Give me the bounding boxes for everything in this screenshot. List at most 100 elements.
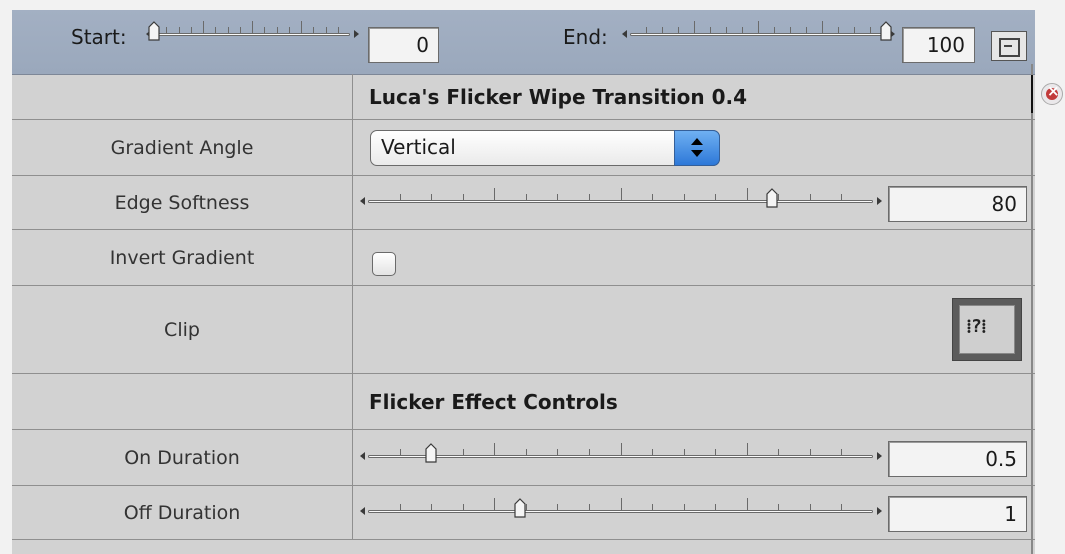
flicker-header-row: Flicker Effect Controls — [12, 374, 1035, 430]
slider-tick — [588, 449, 590, 455]
slider-tick — [809, 194, 811, 200]
off-duration-row: Off Duration 1 — [12, 486, 1035, 540]
slider-tick — [620, 498, 622, 510]
up-down-arrows-icon[interactable] — [674, 130, 720, 166]
slider-tick — [746, 188, 748, 200]
slider-tick — [838, 27, 839, 33]
edge-softness-slider[interactable] — [360, 188, 883, 218]
timeline-toolbar: Start: 0 End: 100 — [12, 10, 1035, 75]
slider-tick — [620, 188, 622, 200]
slider-tick — [215, 27, 217, 33]
slider-tick — [809, 504, 811, 510]
window-icon — [999, 38, 1020, 57]
slider-thumb[interactable] — [148, 21, 160, 41]
start-value-field[interactable]: 0 — [368, 27, 439, 63]
slider-tick — [758, 21, 759, 33]
slider-tick — [399, 504, 401, 510]
slider-tick — [431, 504, 433, 510]
slider-tick — [715, 194, 717, 200]
right-arrow-icon[interactable] — [877, 452, 882, 460]
slider-tick — [557, 449, 559, 455]
slider-tick — [252, 21, 253, 33]
slider-tick — [399, 194, 401, 200]
end-slider[interactable] — [622, 21, 896, 51]
slider-tick — [870, 27, 871, 33]
slider-tick — [822, 21, 823, 33]
filter-panel: Start: 0 End: 100 Luca's Flicker Wipe Tr… — [12, 10, 1035, 554]
on-duration-value[interactable]: 0.5 — [888, 441, 1027, 477]
right-arrow-icon[interactable] — [354, 30, 359, 38]
slider-tick — [841, 504, 843, 510]
slider-tick — [662, 27, 663, 33]
slider-tick — [778, 504, 780, 510]
next-row — [12, 540, 1035, 554]
slider-tick — [494, 443, 496, 455]
slider-tick — [809, 449, 811, 455]
slider-track — [368, 455, 873, 458]
column-divider — [352, 120, 353, 175]
left-arrow-icon[interactable] — [360, 507, 365, 515]
slider-tick — [694, 21, 695, 33]
slider-tick — [588, 194, 590, 200]
right-arrow-icon[interactable] — [877, 507, 882, 515]
left-arrow-icon[interactable] — [360, 452, 365, 460]
slider-tick — [683, 449, 685, 455]
slider-tick — [710, 27, 711, 33]
panel-right-edge — [1031, 64, 1033, 554]
slider-thumb[interactable] — [766, 188, 778, 208]
effect-title: Luca's Flicker Wipe Transition 0.4 — [369, 84, 748, 109]
slider-tick — [841, 194, 843, 200]
slider-tick — [313, 27, 315, 33]
end-value-field[interactable]: 100 — [902, 27, 975, 63]
edge-softness-value[interactable]: 80 — [888, 186, 1027, 222]
slider-tick — [288, 27, 290, 33]
gradient-angle-selected: Vertical — [381, 135, 456, 159]
start-slider[interactable] — [146, 21, 360, 51]
slider-tick — [557, 194, 559, 200]
off-duration-value[interactable]: 1 — [888, 496, 1027, 532]
window-button[interactable] — [991, 31, 1027, 61]
off-duration-slider[interactable] — [360, 498, 883, 528]
left-arrow-icon[interactable] — [360, 197, 365, 205]
slider-tick — [325, 27, 327, 33]
column-divider — [352, 430, 353, 485]
slider-tick — [494, 498, 496, 510]
slider-thumb[interactable] — [425, 443, 437, 463]
slider-tick — [746, 443, 748, 455]
slider-tick — [431, 194, 433, 200]
slider-tick — [239, 27, 241, 33]
on-duration-label: On Duration — [124, 446, 240, 469]
slider-tick — [652, 449, 654, 455]
column-divider — [352, 230, 353, 285]
slider-tick — [462, 504, 464, 510]
slider-tick — [190, 27, 192, 33]
on-duration-row: On Duration 0.5 — [12, 430, 1035, 486]
slider-tick — [652, 504, 654, 510]
close-icon[interactable] — [1041, 82, 1063, 105]
slider-tick — [652, 194, 654, 200]
slider-track — [368, 200, 873, 203]
slider-tick — [462, 449, 464, 455]
slider-thumb[interactable] — [880, 21, 892, 41]
start-label: Start: — [71, 25, 127, 49]
left-arrow-icon[interactable] — [622, 30, 627, 38]
slider-tick — [276, 27, 278, 33]
clip-well-button[interactable]: ⁞?⁞ — [952, 298, 1022, 361]
slider-tick — [620, 443, 622, 455]
gradient-angle-popup[interactable]: Vertical — [370, 130, 720, 166]
slider-thumb[interactable] — [513, 498, 526, 518]
right-arrow-icon[interactable] — [877, 197, 882, 205]
slider-tick — [301, 21, 302, 33]
clip-label: Clip — [164, 318, 200, 341]
slider-tick — [399, 449, 401, 455]
slider-tick — [841, 449, 843, 455]
slider-tick — [742, 27, 743, 33]
slider-tick — [525, 449, 527, 455]
column-divider — [352, 374, 353, 429]
on-duration-slider[interactable] — [360, 443, 883, 473]
slider-tick — [227, 27, 229, 33]
slider-tick — [746, 498, 748, 510]
invert-gradient-checkbox[interactable] — [372, 252, 396, 276]
slider-tick — [778, 194, 780, 200]
slider-tick — [683, 194, 685, 200]
